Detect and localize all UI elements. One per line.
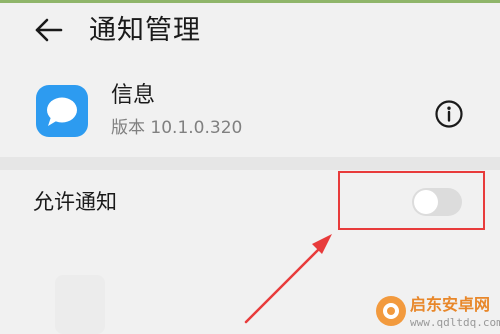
allow-notifications-label: 允许通知 — [33, 190, 117, 214]
header-bar: 通知管理 — [0, 3, 500, 65]
info-circle-icon — [435, 100, 463, 128]
annotation-highlight-box — [338, 171, 485, 230]
back-button[interactable] — [28, 13, 68, 49]
watermark-name: 启东安卓网 — [410, 295, 491, 314]
app-info-button[interactable] — [434, 99, 464, 129]
section-divider — [0, 157, 500, 170]
app-info-row: 信息 版本 10.1.0.320 — [0, 65, 500, 157]
page-title: 通知管理 — [89, 15, 201, 46]
watermark: 启东安卓网 www.qdltdq.com — [376, 294, 500, 334]
watermark-logo-icon — [376, 296, 406, 326]
watermark-url: www.qdltdq.com — [410, 316, 500, 329]
arrow-left-icon — [35, 18, 63, 42]
message-bubble-icon — [36, 85, 88, 137]
blurred-area — [55, 275, 105, 334]
app-version: 版本 10.1.0.320 — [111, 118, 243, 138]
app-name: 信息 — [111, 83, 156, 108]
